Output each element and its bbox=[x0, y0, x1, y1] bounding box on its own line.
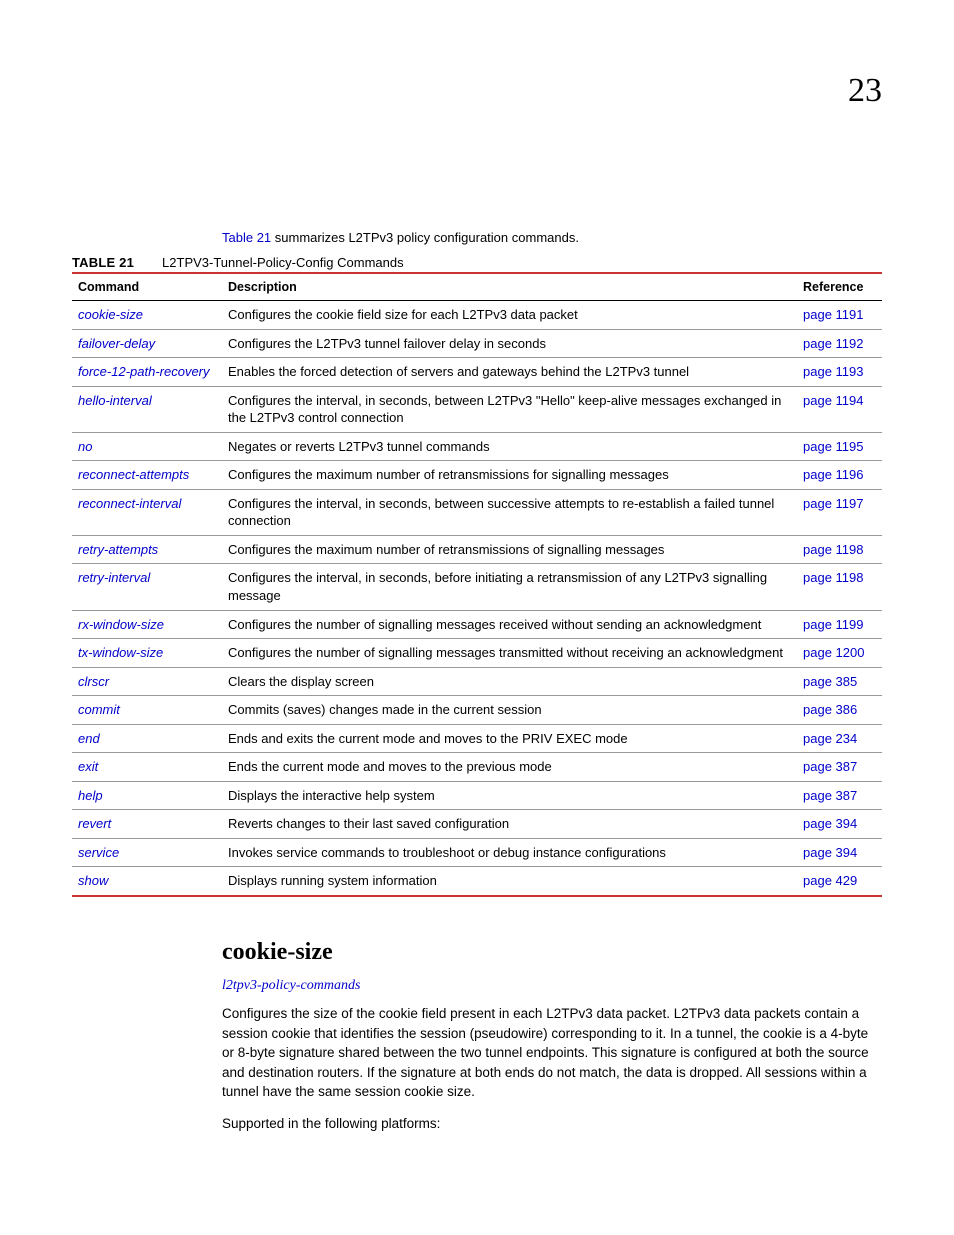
command-description: Configures the L2TPv3 tunnel failover de… bbox=[222, 329, 797, 358]
th-description: Description bbox=[222, 273, 797, 301]
table-row: retry-interval Configures the interval, i… bbox=[72, 564, 882, 610]
table-row: force-12-path-recovery Enables the forced… bbox=[72, 358, 882, 387]
reference-link[interactable]: page 387 bbox=[803, 788, 857, 803]
command-description: Configures the number of signalling mess… bbox=[222, 610, 797, 639]
reference-link[interactable]: page 1199 bbox=[803, 617, 864, 632]
command-link[interactable]: show bbox=[78, 873, 108, 888]
command-link[interactable]: clrscr bbox=[78, 674, 109, 689]
command-link[interactable]: reconnect-attempts bbox=[78, 467, 189, 482]
reference-link[interactable]: page 234 bbox=[803, 731, 857, 746]
command-description: Configures the number of signalling mess… bbox=[222, 639, 797, 668]
table-row: reconnect-interval Configures the interva… bbox=[72, 489, 882, 535]
command-link[interactable]: exit bbox=[78, 759, 98, 774]
reference-link[interactable]: page 386 bbox=[803, 702, 857, 717]
command-description: Configures the interval, in seconds, bet… bbox=[222, 386, 797, 432]
table-row: tx-window-size Configures the number of s… bbox=[72, 639, 882, 668]
command-link[interactable]: revert bbox=[78, 816, 111, 831]
intro-link[interactable]: Table 21 bbox=[222, 230, 271, 245]
table-row: failover-delay Configures the L2TPv3 tunn… bbox=[72, 329, 882, 358]
command-description: Reverts changes to their last saved conf… bbox=[222, 810, 797, 839]
reference-link[interactable]: page 387 bbox=[803, 759, 857, 774]
command-link[interactable]: reconnect-interval bbox=[78, 496, 181, 511]
command-link[interactable]: failover-delay bbox=[78, 336, 155, 351]
reference-link[interactable]: page 394 bbox=[803, 845, 857, 860]
chapter-number: 23 bbox=[848, 72, 882, 110]
table-row: no Negates or reverts L2TPv3 tunnel comma… bbox=[72, 432, 882, 461]
reference-link[interactable]: page 1200 bbox=[803, 645, 864, 660]
reference-link[interactable]: page 429 bbox=[803, 873, 857, 888]
reference-link[interactable]: page 1192 bbox=[803, 336, 864, 351]
reference-link[interactable]: page 1191 bbox=[803, 307, 864, 322]
command-link[interactable]: hello-interval bbox=[78, 393, 152, 408]
command-link[interactable]: rx-window-size bbox=[78, 617, 164, 632]
command-description: Clears the display screen bbox=[222, 667, 797, 696]
table-row: service Invokes service commands to troub… bbox=[72, 838, 882, 867]
table-row: retry-attempts Configures the maximum num… bbox=[72, 535, 882, 564]
command-description: Configures the maximum number of retrans… bbox=[222, 461, 797, 490]
command-description: Displays running system information bbox=[222, 867, 797, 896]
table-row: show Displays running system information p… bbox=[72, 867, 882, 896]
command-description: Configures the maximum number of retrans… bbox=[222, 535, 797, 564]
table-row: reconnect-attempts Configures the maximum… bbox=[72, 461, 882, 490]
th-reference: Reference bbox=[797, 273, 882, 301]
section-para-1: Configures the size of the cookie field … bbox=[222, 1004, 882, 1102]
command-description: Configures the cookie field size for eac… bbox=[222, 301, 797, 330]
command-link[interactable]: retry-attempts bbox=[78, 542, 158, 557]
command-link[interactable]: end bbox=[78, 731, 100, 746]
table-title: L2TPV3-Tunnel-Policy-Config Commands bbox=[162, 255, 404, 270]
intro-rest: summarizes L2TPv3 policy configuration c… bbox=[271, 230, 579, 245]
table-row: end Ends and exits the current mode and m… bbox=[72, 724, 882, 753]
reference-link[interactable]: page 1197 bbox=[803, 496, 864, 511]
command-description: Configures the interval, in seconds, bef… bbox=[222, 564, 797, 610]
command-description: Ends and exits the current mode and move… bbox=[222, 724, 797, 753]
table-caption: TABLE 21 L2TPV3-Tunnel-Policy-Config Com… bbox=[72, 255, 882, 270]
table-row: clrscr Clears the display screen page 385 bbox=[72, 667, 882, 696]
command-link[interactable]: no bbox=[78, 439, 92, 454]
table-row: revert Reverts changes to their last save… bbox=[72, 810, 882, 839]
command-description: Commits (saves) changes made in the curr… bbox=[222, 696, 797, 725]
table-row: exit Ends the current mode and moves to t… bbox=[72, 753, 882, 782]
section-para-2: Supported in the following platforms: bbox=[222, 1114, 882, 1134]
commands-table: Command Description Reference cookie-siz… bbox=[72, 272, 882, 897]
table-row: hello-interval Configures the interval, i… bbox=[72, 386, 882, 432]
command-link[interactable]: commit bbox=[78, 702, 120, 717]
reference-link[interactable]: page 1198 bbox=[803, 570, 864, 585]
section-heading: cookie-size bbox=[222, 939, 882, 966]
command-description: Ends the current mode and moves to the p… bbox=[222, 753, 797, 782]
table-row: rx-window-size Configures the number of s… bbox=[72, 610, 882, 639]
command-description: Displays the interactive help system bbox=[222, 781, 797, 810]
command-link[interactable]: service bbox=[78, 845, 119, 860]
reference-link[interactable]: page 1194 bbox=[803, 393, 864, 408]
table-row: cookie-size Configures the cookie field s… bbox=[72, 301, 882, 330]
table-row: help Displays the interactive help system… bbox=[72, 781, 882, 810]
command-link[interactable]: help bbox=[78, 788, 103, 803]
table-row: commit Commits (saves) changes made in th… bbox=[72, 696, 882, 725]
reference-link[interactable]: page 1196 bbox=[803, 467, 864, 482]
reference-link[interactable]: page 1193 bbox=[803, 364, 864, 379]
command-description: Invokes service commands to troubleshoot… bbox=[222, 838, 797, 867]
command-link[interactable]: retry-interval bbox=[78, 570, 150, 585]
reference-link[interactable]: page 394 bbox=[803, 816, 857, 831]
command-link[interactable]: force-12-path-recovery bbox=[78, 364, 210, 379]
reference-link[interactable]: page 1198 bbox=[803, 542, 864, 557]
th-command: Command bbox=[72, 273, 222, 301]
command-link[interactable]: tx-window-size bbox=[78, 645, 163, 660]
intro-line: Table 21 summarizes L2TPv3 policy config… bbox=[222, 230, 882, 245]
command-description: Enables the forced detection of servers … bbox=[222, 358, 797, 387]
reference-link[interactable]: page 1195 bbox=[803, 439, 864, 454]
command-link[interactable]: cookie-size bbox=[78, 307, 143, 322]
main-content: Table 21 summarizes L2TPv3 policy config… bbox=[222, 230, 882, 1133]
section-sublink[interactable]: l2tpv3-policy-commands bbox=[222, 978, 882, 994]
command-description: Configures the interval, in seconds, bet… bbox=[222, 489, 797, 535]
reference-link[interactable]: page 385 bbox=[803, 674, 857, 689]
command-description: Negates or reverts L2TPv3 tunnel command… bbox=[222, 432, 797, 461]
table-label: TABLE 21 bbox=[72, 255, 134, 270]
